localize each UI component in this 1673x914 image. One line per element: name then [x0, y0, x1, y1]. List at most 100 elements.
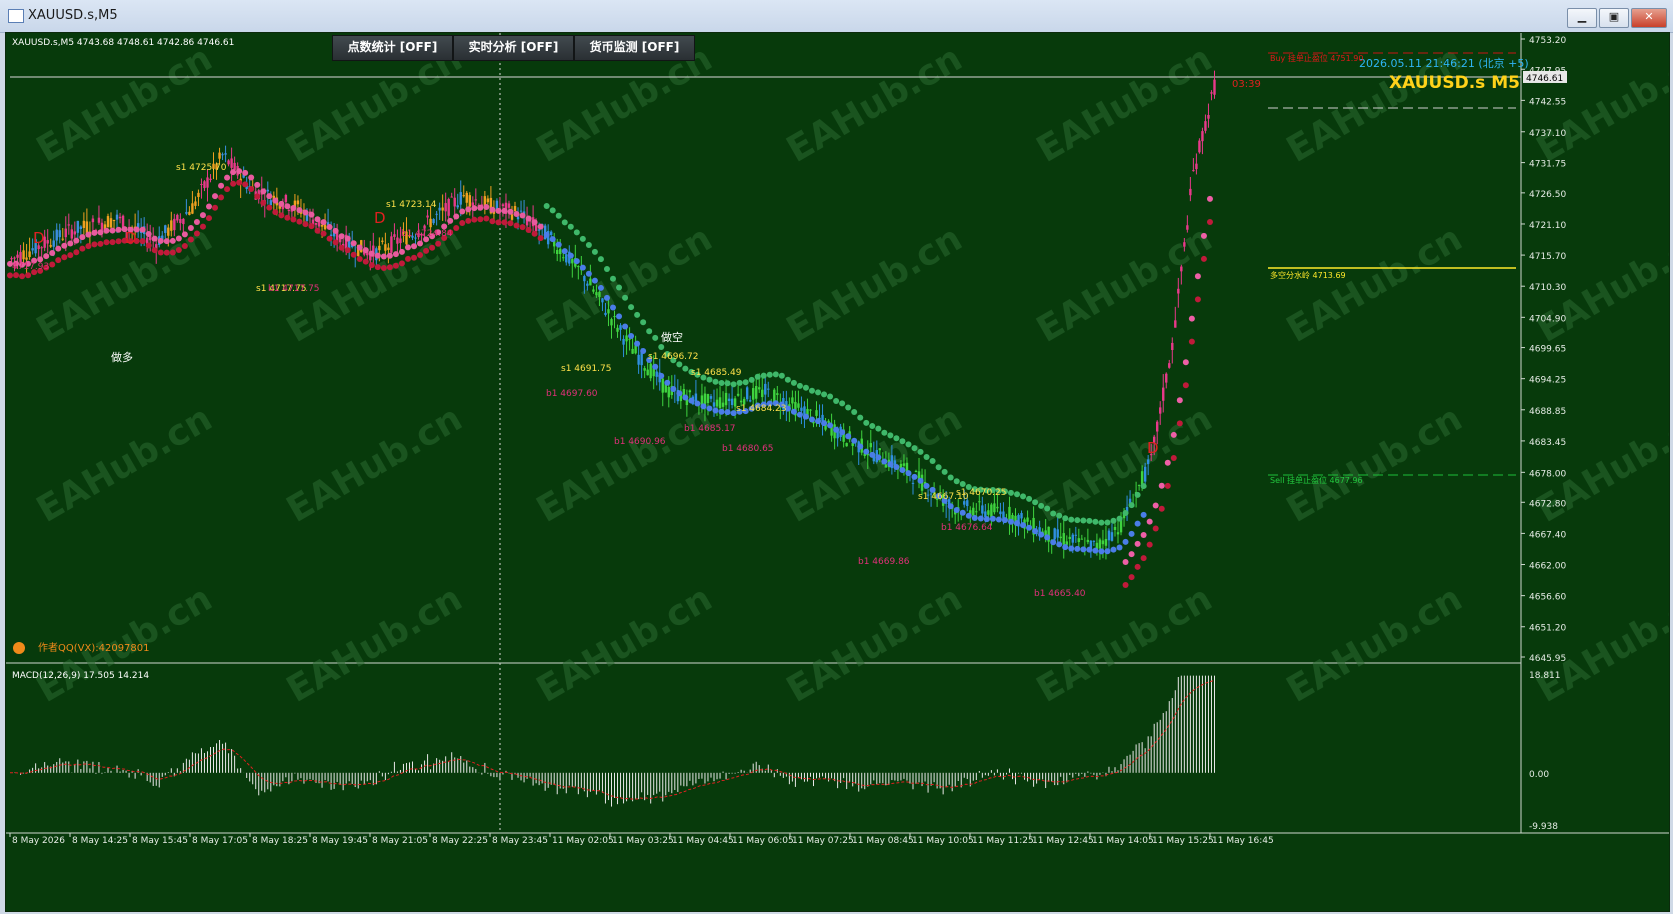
- candle-body: [1098, 539, 1102, 549]
- ma-green-dot: [622, 294, 629, 301]
- chart-annotation: b1 4676.64: [941, 523, 993, 533]
- ma-blue-dot: [555, 241, 562, 248]
- candle-body: [22, 250, 25, 260]
- candle-body: [1104, 538, 1108, 546]
- ma-green-dot: [796, 382, 803, 389]
- ma-pink-dot: [109, 227, 116, 234]
- candle-body: [727, 398, 731, 401]
- close-icon[interactable]: ✕: [1631, 8, 1667, 28]
- ma-blue-dot: [977, 515, 984, 522]
- ma-green-dot: [1080, 517, 1087, 524]
- ma-red-dot: [1182, 382, 1189, 389]
- ma-red-dot: [314, 227, 321, 234]
- ma-pink-dot: [85, 231, 92, 238]
- currency-monitor-button[interactable]: 货币监测 [OFF]: [574, 35, 695, 61]
- candle-body: [869, 443, 872, 448]
- ma-green-dot: [953, 478, 960, 485]
- ma-green-dot: [827, 393, 834, 400]
- ma-red-dot: [326, 235, 333, 242]
- candle-body: [978, 501, 981, 503]
- ma-blue-dot: [953, 507, 960, 514]
- candle-body: [706, 394, 710, 404]
- ma-pink-dot: [175, 235, 182, 242]
- realtime-analysis-button[interactable]: 实时分析 [OFF]: [453, 35, 574, 61]
- ma-blue-dot: [887, 461, 894, 468]
- ma-red-dot: [157, 249, 164, 256]
- candle-body: [167, 227, 170, 236]
- ma-pink-dot: [49, 250, 56, 257]
- points-stat-button[interactable]: 点数统计 [OFF]: [332, 35, 453, 61]
- ma-pink-dot: [145, 231, 152, 238]
- candle-body: [661, 378, 664, 393]
- time-tick-label: 8 May 22:25: [432, 836, 488, 846]
- ma-red-dot: [465, 217, 472, 224]
- ma-green-dot: [959, 480, 966, 487]
- ma-pink-dot: [163, 238, 170, 245]
- candle-body: [1195, 163, 1198, 170]
- ma-blue-dot: [579, 264, 586, 271]
- ma-blue-dot: [821, 420, 828, 427]
- author-icon: [13, 642, 25, 654]
- price-chart[interactable]: EAHub.cn EAHub.cn EAHub.cn EAHub.cn EAHub.cn…: [6, 33, 1669, 911]
- ma-pink-dot: [465, 206, 472, 213]
- candle-body: [284, 194, 288, 203]
- candle-body: [562, 257, 565, 259]
- ma-green-dot: [1092, 518, 1099, 525]
- ma-blue-dot: [622, 323, 629, 330]
- ma-green-dot: [1140, 483, 1147, 490]
- time-tick-label: 11 May 15:25: [1152, 836, 1214, 846]
- ma-pink-dot: [115, 226, 122, 233]
- candle-body: [981, 505, 984, 514]
- candle-body: [767, 388, 770, 390]
- ma-green-dot: [1134, 491, 1141, 498]
- ma-green-dot: [857, 414, 864, 421]
- chart-frame: EAHub.cn EAHub.cn EAHub.cn EAHub.cn EAHub.cn…: [5, 32, 1670, 912]
- candle-body: [19, 252, 22, 263]
- ma-blue-dot: [616, 313, 623, 320]
- candle-body: [112, 219, 116, 222]
- ma-blue-dot: [664, 379, 671, 386]
- price-tick-label: 4694.25: [1529, 376, 1566, 386]
- ma-green-dot: [1032, 499, 1039, 506]
- ma-blue-dot: [1056, 541, 1063, 548]
- candle-body: [972, 507, 975, 516]
- time-tick-label: 11 May 16:45: [1212, 836, 1274, 846]
- ma-red-dot: [248, 185, 255, 192]
- minimize-icon[interactable]: ▁: [1567, 8, 1597, 28]
- chart-annotation: s1 4685.49: [691, 368, 742, 378]
- ma-green-dot: [766, 371, 773, 378]
- ma-pink-dot: [212, 193, 219, 200]
- ma-blue-dot: [1038, 531, 1045, 538]
- candle-body: [565, 254, 568, 263]
- ma-green-dot: [1086, 517, 1093, 524]
- ma-green-dot: [947, 474, 954, 481]
- chart-annotation: b1 4669.86: [858, 557, 910, 567]
- ma-blue-dot: [640, 348, 647, 355]
- ma-blue-dot: [881, 458, 888, 465]
- ma-pink-dot: [284, 203, 291, 210]
- ma-blue-dot: [573, 258, 580, 265]
- ma-pink-dot: [447, 217, 454, 224]
- ma-green-dot: [1074, 517, 1081, 524]
- ma-pink-dot: [169, 237, 176, 244]
- ma-red-dot: [1164, 482, 1171, 489]
- candle-body: [797, 403, 800, 408]
- candle-body: [320, 224, 324, 227]
- candle-body: [1143, 466, 1147, 482]
- ma-green-dot: [1110, 517, 1117, 524]
- candle-body: [1180, 266, 1183, 272]
- candle-body: [266, 189, 269, 192]
- maximize-icon[interactable]: ▣: [1599, 8, 1629, 28]
- ma-red-dot: [1146, 541, 1153, 548]
- ma-green-dot: [748, 376, 755, 383]
- candle-body: [384, 244, 387, 251]
- ma-blue-dot: [712, 407, 719, 414]
- ma-red-dot: [19, 273, 26, 280]
- candle-body: [1071, 534, 1074, 543]
- candle-body: [447, 198, 450, 216]
- ma-pink-dot: [61, 242, 68, 249]
- ma-red-dot: [453, 225, 460, 232]
- candle-body: [592, 289, 595, 292]
- time-tick-label: 11 May 02:05: [552, 836, 614, 846]
- candle-body: [106, 216, 110, 228]
